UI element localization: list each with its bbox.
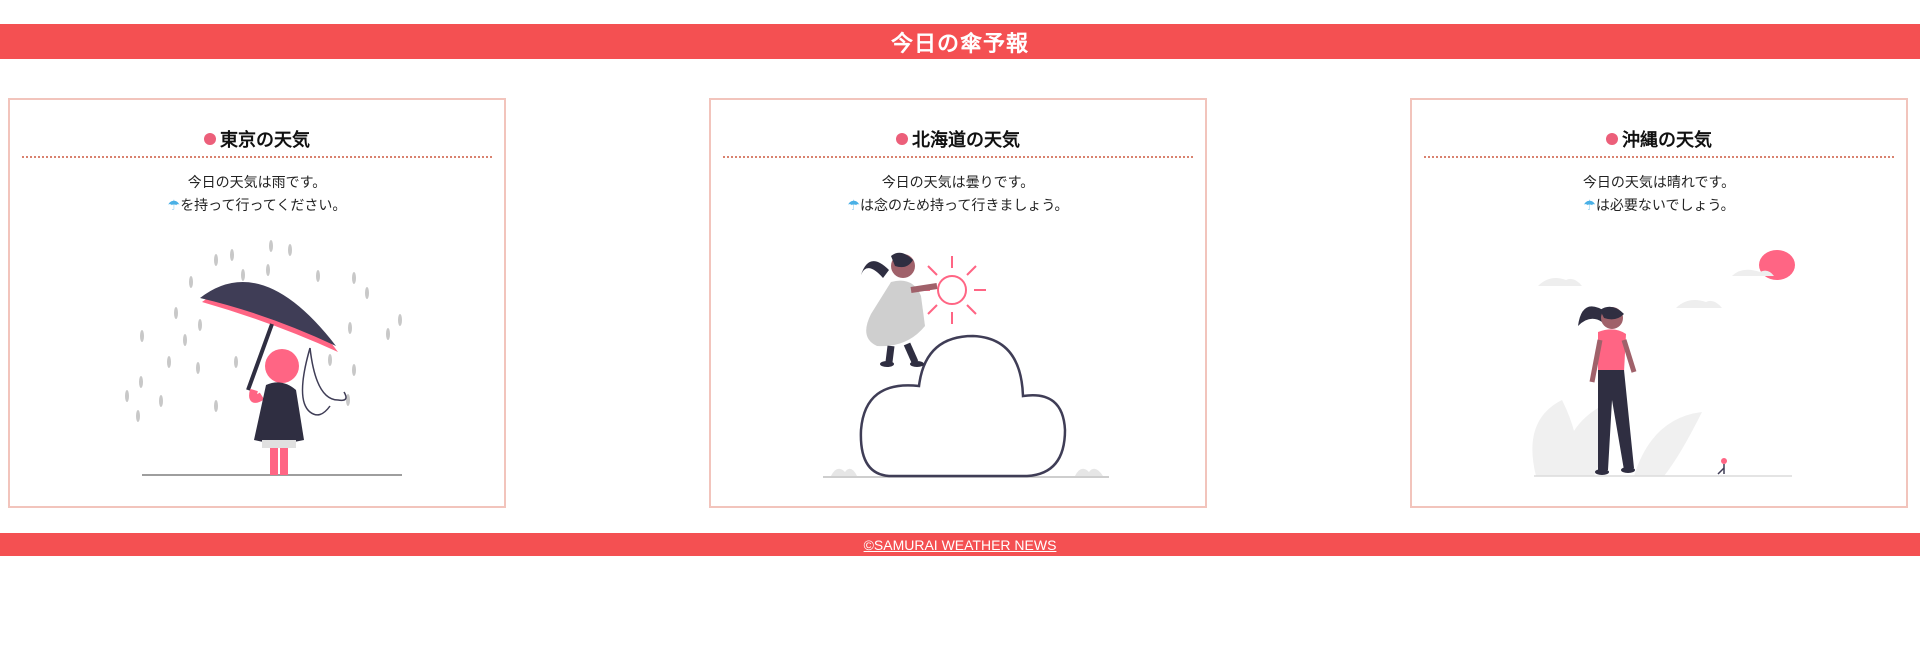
- copyright-link[interactable]: ©SAMURAI WEATHER NEWS: [864, 537, 1057, 553]
- rain-illustration-icon: [125, 240, 402, 476]
- page-footer: ©SAMURAI WEATHER NEWS: [0, 533, 1920, 556]
- weather-card-okinawa: 沖縄の天気 今日の天気は晴れです。 ☂は必要ないでしょう。: [1410, 98, 1908, 508]
- weather-card-tokyo: 東京の天気 今日の天気は雨です。 ☂を持って行ってください。: [8, 98, 506, 508]
- cloud-illustration-icon: [823, 252, 1109, 478]
- sun-illustration-icon: [1532, 250, 1795, 477]
- page-title: 今日の傘予報: [890, 30, 1029, 57]
- weather-card-hokkaido: 北海道の天気 今日の天気は曇りです。 ☂は念のため持って行きましょう。: [709, 98, 1207, 508]
- page-header: 今日の傘予報: [0, 24, 1920, 59]
